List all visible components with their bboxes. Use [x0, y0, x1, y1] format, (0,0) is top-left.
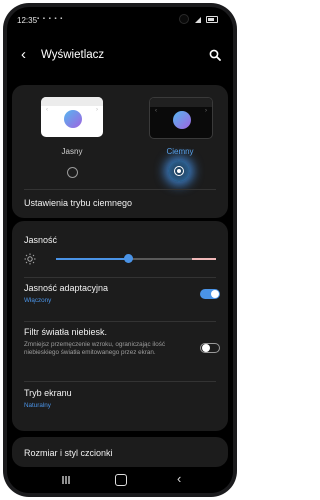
battery-icon — [206, 16, 218, 23]
brightness-slider-fill[interactable] — [56, 258, 128, 260]
signal-icon — [195, 17, 201, 23]
chevron-right-icon: › — [96, 107, 98, 113]
preview-orb — [64, 110, 82, 128]
status-time: 12:35 — [17, 16, 38, 25]
adaptive-brightness-toggle[interactable] — [200, 289, 220, 299]
font-card: Rozmiar i styl czcionki — [12, 437, 228, 467]
home-icon[interactable] — [115, 474, 127, 486]
app-bar: ‹ Wyświetlacz — [7, 43, 233, 69]
adaptive-brightness-status: Włączony — [24, 297, 52, 304]
blue-light-filter-label[interactable]: Filtr światła niebiesk. — [24, 327, 107, 337]
search-icon[interactable] — [209, 49, 221, 61]
dark-mode-radio[interactable] — [168, 160, 190, 182]
adaptive-brightness-label[interactable]: Jasność adaptacyjna — [24, 283, 108, 293]
light-mode-radio[interactable] — [67, 167, 78, 178]
brightness-slider-max[interactable] — [192, 258, 216, 260]
chevron-left-icon: ‹ — [46, 107, 48, 113]
font-size-style-item[interactable]: Rozmiar i styl czcionki — [24, 448, 113, 458]
light-mode-label: Jasny — [61, 147, 83, 156]
dark-mode-label: Ciemny — [166, 147, 194, 156]
brightness-slider-track[interactable] — [128, 258, 192, 260]
brightness-slider-thumb[interactable] — [124, 254, 133, 263]
recent-apps-icon[interactable] — [61, 475, 71, 485]
back-arrow-icon[interactable]: ‹ — [21, 47, 26, 62]
status-bar: 12:35 ▪ ▪ ▪ ▪ ▪ — [7, 7, 233, 29]
divider — [24, 277, 216, 278]
screen: 12:35 ▪ ▪ ▪ ▪ ▪ ‹ Wyświetlacz ‹ › ‹ › Ja… — [7, 7, 233, 493]
chevron-left-icon: ‹ — [155, 108, 157, 114]
back-nav-icon[interactable]: ‹ — [177, 471, 181, 486]
blue-light-filter-toggle[interactable] — [200, 343, 220, 353]
notification-icons: ▪ ▪ ▪ ▪ ▪ — [37, 16, 64, 22]
dark-mode-settings[interactable]: Ustawienia trybu ciemnego — [24, 198, 132, 208]
navigation-bar: ‹ — [7, 467, 233, 493]
settings-card: Jasność Jasność adaptacyjna Włączony Fil… — [12, 221, 228, 431]
chevron-right-icon: › — [205, 108, 207, 114]
divider — [24, 321, 216, 322]
light-mode-preview[interactable]: ‹ › — [41, 97, 103, 137]
divider — [24, 189, 216, 190]
blue-light-filter-description: Zmniejsz przemęczenie wzroku, ograniczaj… — [24, 341, 166, 356]
screen-mode-value: Naturalny — [24, 402, 51, 409]
brightness-label: Jasność — [24, 235, 58, 245]
divider — [24, 381, 216, 382]
dark-mode-preview[interactable]: ‹ › — [149, 97, 213, 139]
preview-orb — [173, 111, 191, 129]
page-title: Wyświetlacz — [41, 49, 105, 61]
theme-card: ‹ › ‹ › Jasny Ciemny Ustawienia trybu ci… — [12, 85, 228, 218]
front-camera — [179, 14, 189, 24]
screen-mode-label[interactable]: Tryb ekranu — [24, 388, 72, 398]
sun-icon — [24, 253, 36, 265]
phone-frame: 12:35 ▪ ▪ ▪ ▪ ▪ ‹ Wyświetlacz ‹ › ‹ › Ja… — [3, 3, 237, 497]
